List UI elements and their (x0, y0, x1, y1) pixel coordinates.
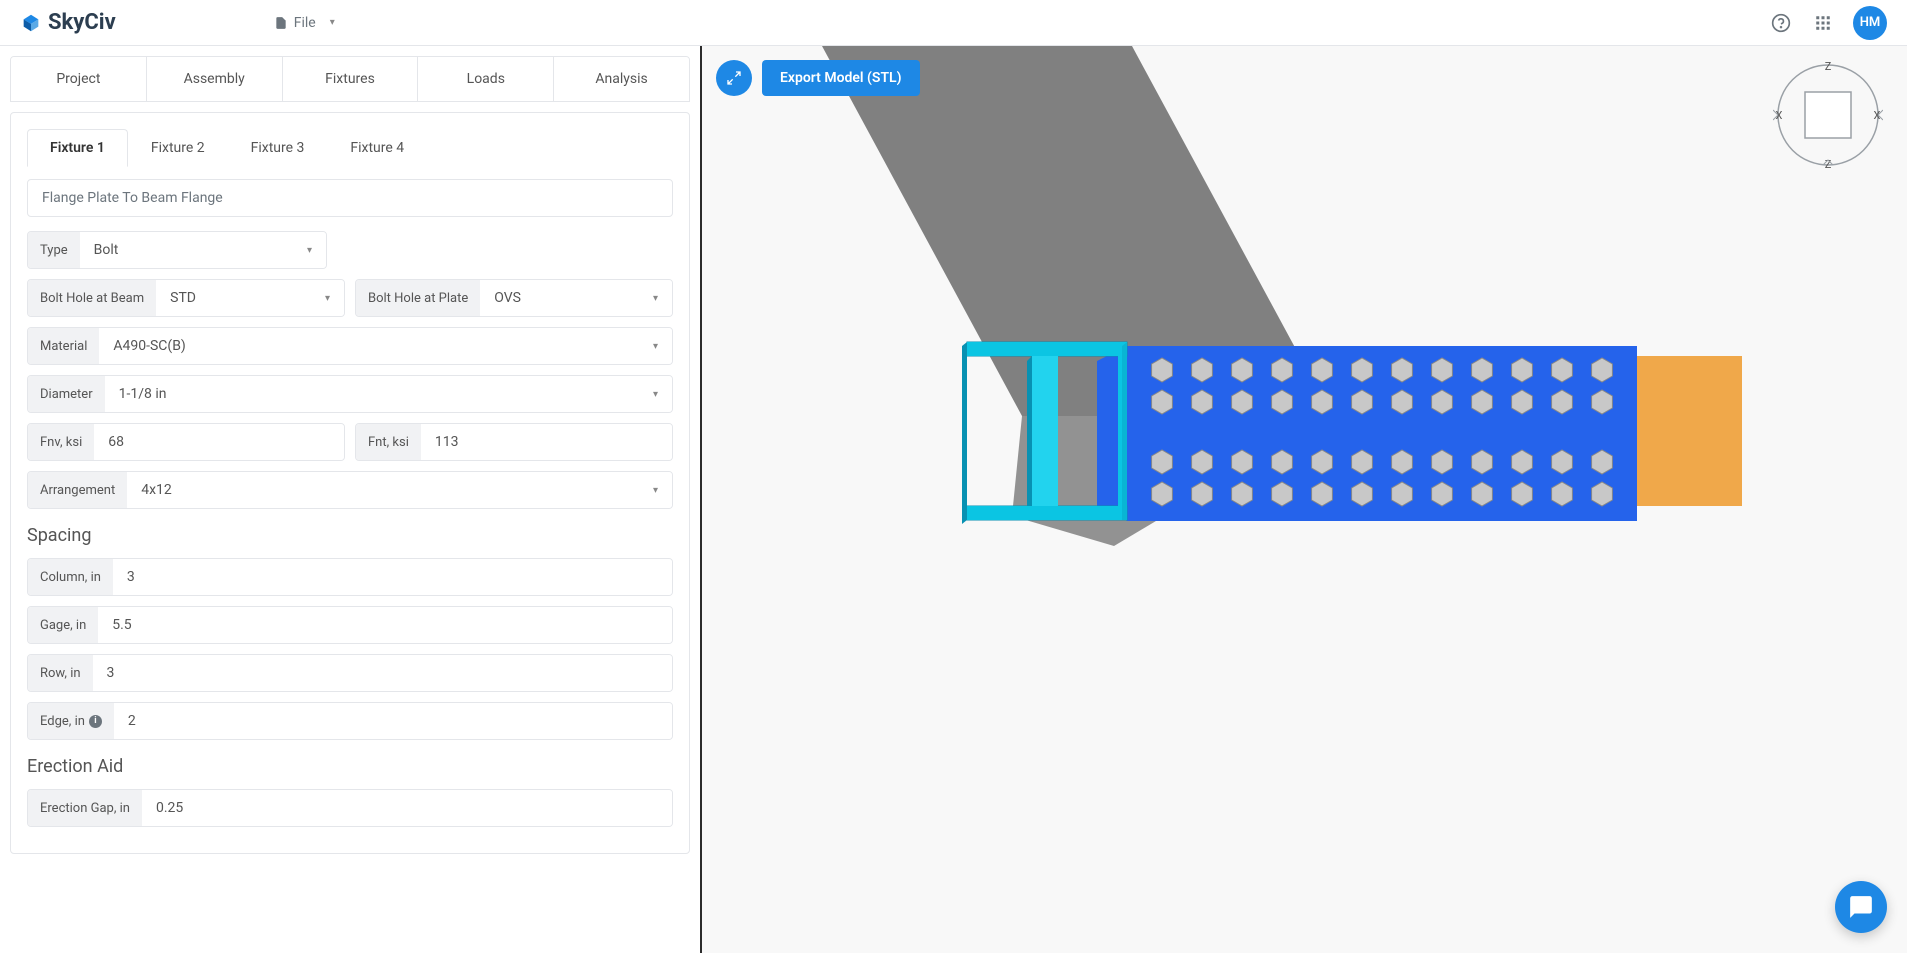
arrangement-label: Arrangement (28, 472, 127, 508)
export-model-button[interactable]: Export Model (STL) (762, 60, 920, 96)
diameter-value: 1-1/8 in (119, 386, 167, 402)
fixture-tab-3[interactable]: Fixture 3 (228, 129, 328, 167)
logo-icon (20, 12, 42, 34)
type-field[interactable]: Type Bolt ▾ (27, 231, 327, 269)
bolt-hole-plate-label: Bolt Hole at Plate (356, 280, 480, 316)
row-label: Row, in (28, 655, 93, 691)
fnv-label: Fnv, ksi (28, 424, 94, 460)
bolt-hole-beam-field[interactable]: Bolt Hole at Beam STD ▾ (27, 279, 345, 317)
column-input[interactable] (127, 569, 658, 585)
viewport-toolbar: Export Model (STL) (716, 60, 920, 96)
fixture-tab-1[interactable]: Fixture 1 (27, 129, 128, 167)
fnt-label: Fnt, ksi (356, 424, 421, 460)
edge-field: Edge, ini (27, 702, 673, 740)
file-menu[interactable]: File ▾ (266, 11, 343, 35)
column-field: Column, in (27, 558, 673, 596)
fnv-input[interactable] (108, 434, 330, 450)
bolt-hole-plate-field[interactable]: Bolt Hole at Plate OVS ▾ (355, 279, 673, 317)
navcube-right: X (1874, 109, 1881, 122)
expand-icon (726, 70, 742, 86)
material-label: Material (28, 328, 99, 364)
chat-icon (1848, 894, 1874, 920)
navcube[interactable]: Z Z X X (1773, 60, 1883, 170)
chevron-down-icon: ▾ (653, 389, 658, 400)
chevron-down-icon: ▾ (653, 341, 658, 352)
fnv-field: Fnv, ksi (27, 423, 345, 461)
fixture-tabs: Fixture 1 Fixture 2 Fixture 3 Fixture 4 (27, 129, 673, 167)
avatar[interactable]: HM (1853, 6, 1887, 40)
diameter-field[interactable]: Diameter 1-1/8 in ▾ (27, 375, 673, 413)
column-label: Column, in (28, 559, 113, 595)
row-field: Row, in (27, 654, 673, 692)
left-panel: Project Assembly Fixtures Loads Analysis… (0, 46, 702, 953)
navcube-left: X (1776, 109, 1783, 122)
chevron-down-icon: ▾ (330, 17, 335, 28)
chevron-down-icon: ▾ (653, 485, 658, 496)
fnt-input[interactable] (435, 434, 658, 450)
erection-gap-input[interactable] (156, 800, 658, 816)
content: Project Assembly Fixtures Loads Analysis… (0, 46, 1907, 953)
file-icon (274, 16, 288, 30)
topbar-left: SkyCiv File ▾ (20, 10, 343, 35)
navcube-top: Z (1825, 60, 1832, 73)
file-menu-label: File (294, 15, 316, 31)
tab-analysis[interactable]: Analysis (554, 57, 689, 101)
fnt-field: Fnt, ksi (355, 423, 673, 461)
fixture-tab-2[interactable]: Fixture 2 (128, 129, 228, 167)
edge-input[interactable] (128, 713, 658, 729)
spacing-heading: Spacing (27, 525, 673, 546)
main-tabs: Project Assembly Fixtures Loads Analysis (10, 56, 690, 102)
avatar-initials: HM (1860, 15, 1881, 30)
apps-button[interactable] (1811, 11, 1835, 35)
tab-loads[interactable]: Loads (418, 57, 554, 101)
brand-text: SkyCiv (48, 10, 116, 35)
chevron-down-icon: ▾ (653, 293, 658, 304)
tab-fixtures[interactable]: Fixtures (283, 57, 419, 101)
logo[interactable]: SkyCiv (20, 10, 116, 35)
material-field[interactable]: Material A490-SC(B) ▾ (27, 327, 673, 365)
arrangement-field[interactable]: Arrangement 4x12 ▾ (27, 471, 673, 509)
row-input[interactable] (107, 665, 658, 681)
apps-icon (1814, 14, 1832, 32)
erection-gap-label: Erection Gap, in (28, 790, 142, 826)
bolt-hole-beam-value: STD (170, 290, 196, 306)
tab-assembly[interactable]: Assembly (147, 57, 283, 101)
fixture-tab-4[interactable]: Fixture 4 (327, 129, 427, 167)
chat-button[interactable] (1835, 881, 1887, 933)
gage-field: Gage, in (27, 606, 673, 644)
type-label: Type (28, 232, 80, 268)
erection-gap-field: Erection Gap, in (27, 789, 673, 827)
model-render (702, 46, 1907, 953)
bolt-hole-plate-value: OVS (494, 290, 521, 306)
erection-aid-heading: Erection Aid (27, 756, 673, 777)
topbar-right: HM (1769, 6, 1887, 40)
material-value: A490-SC(B) (113, 338, 185, 354)
fixture-description[interactable]: Flange Plate To Beam Flange (27, 179, 673, 217)
fixture-card: Fixture 1 Fixture 2 Fixture 3 Fixture 4 … (10, 112, 690, 854)
chevron-down-icon: ▾ (307, 245, 312, 256)
tab-project[interactable]: Project (11, 57, 147, 101)
gage-label: Gage, in (28, 607, 98, 643)
topbar: SkyCiv File ▾ HM (0, 0, 1907, 46)
help-icon (1771, 13, 1791, 33)
arrangement-value: 4x12 (141, 482, 172, 498)
help-button[interactable] (1769, 11, 1793, 35)
diameter-label: Diameter (28, 376, 105, 412)
info-icon[interactable]: i (89, 715, 102, 728)
gage-input[interactable] (112, 617, 658, 633)
bolt-hole-beam-label: Bolt Hole at Beam (28, 280, 156, 316)
chevron-down-icon: ▾ (325, 293, 330, 304)
edge-label: Edge, ini (28, 703, 114, 739)
fullscreen-button[interactable] (716, 60, 752, 96)
viewport-3d[interactable]: Export Model (STL) Z Z X X (702, 46, 1907, 953)
type-value: Bolt (94, 242, 119, 258)
